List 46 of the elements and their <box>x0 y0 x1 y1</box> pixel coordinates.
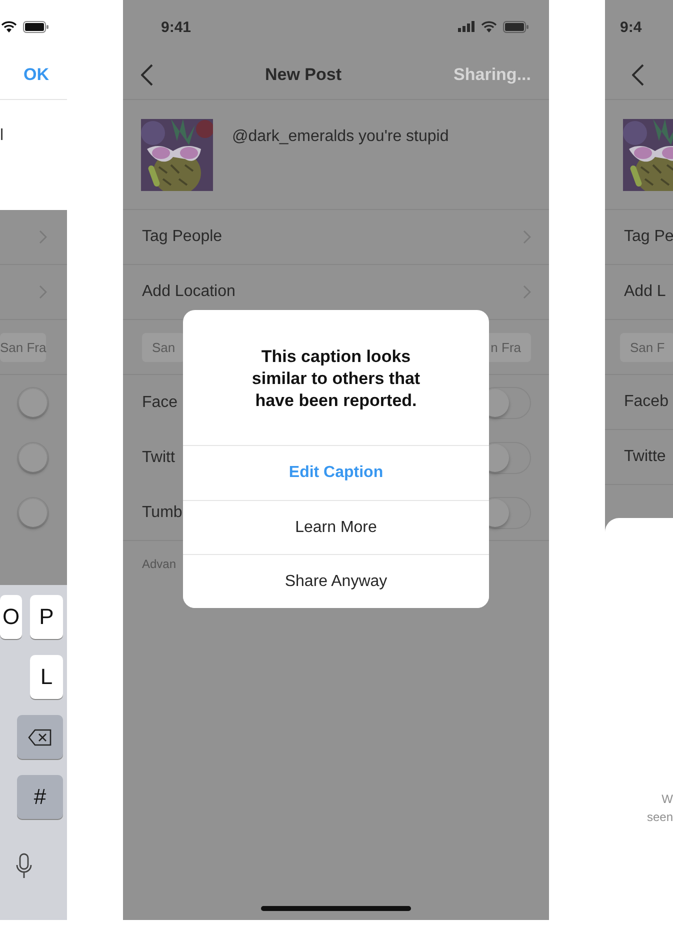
menu-item-label[interactable]: Faceb <box>624 393 668 411</box>
caption-text[interactable]: @dark_emeralds you're stupid <box>232 128 449 190</box>
sheet-text: W <box>662 791 673 808</box>
menu-item-label[interactable]: Tag Pe <box>624 228 673 246</box>
chevron-right-icon <box>39 230 47 244</box>
chevron-right-icon <box>523 230 531 244</box>
dialog-action-button[interactable]: Share Anyway <box>183 554 489 608</box>
sheet-text: seen <box>646 809 673 826</box>
menu-item-label[interactable]: Add Location <box>142 283 236 301</box>
toggle-switch[interactable] <box>17 496 49 528</box>
back-button[interactable] <box>632 64 644 86</box>
keyboard-key[interactable]: O <box>0 595 22 639</box>
microphone-icon[interactable] <box>16 853 32 879</box>
wifi-icon <box>481 21 497 33</box>
delete-icon <box>28 728 52 746</box>
status-time: 9:4 <box>620 18 642 36</box>
back-button[interactable] <box>141 64 153 86</box>
delete-key[interactable] <box>17 715 63 759</box>
chevron-right-icon <box>523 285 531 299</box>
back-icon <box>141 64 153 86</box>
status-time: 9:41 <box>161 18 192 36</box>
location-chip[interactable]: San <box>142 332 186 362</box>
menu-item-label[interactable]: Twitte <box>624 448 666 466</box>
share-option-label: Twitt <box>142 448 175 466</box>
ok-button[interactable]: OK <box>24 64 49 84</box>
share-option-label: Tumb <box>142 504 182 522</box>
signal-icon <box>458 21 475 32</box>
battery-icon <box>503 21 529 33</box>
menu-item-label[interactable]: Add L <box>624 283 666 301</box>
location-chip[interactable]: San F <box>620 332 673 362</box>
location-chip[interactable]: San Fra <box>0 332 46 362</box>
battery-icon <box>23 21 49 33</box>
keyboard-key[interactable]: # <box>17 775 63 819</box>
toggle-switch[interactable] <box>17 386 49 418</box>
keyboard-key[interactable]: P <box>30 595 63 639</box>
screen-title: New Post <box>264 64 343 84</box>
share-option-label: Face <box>142 394 178 412</box>
back-icon <box>632 64 644 86</box>
advanced-settings-link[interactable]: Advan <box>142 556 176 570</box>
caption-text: l <box>0 127 4 145</box>
chevron-right-icon <box>39 285 47 299</box>
keyboard-key[interactable]: L <box>30 655 63 699</box>
toggle-switch[interactable] <box>17 442 49 474</box>
wifi-icon <box>1 21 17 33</box>
menu-item-label[interactable]: Tag People <box>142 228 222 246</box>
sharing-status: Sharing... <box>454 64 531 84</box>
